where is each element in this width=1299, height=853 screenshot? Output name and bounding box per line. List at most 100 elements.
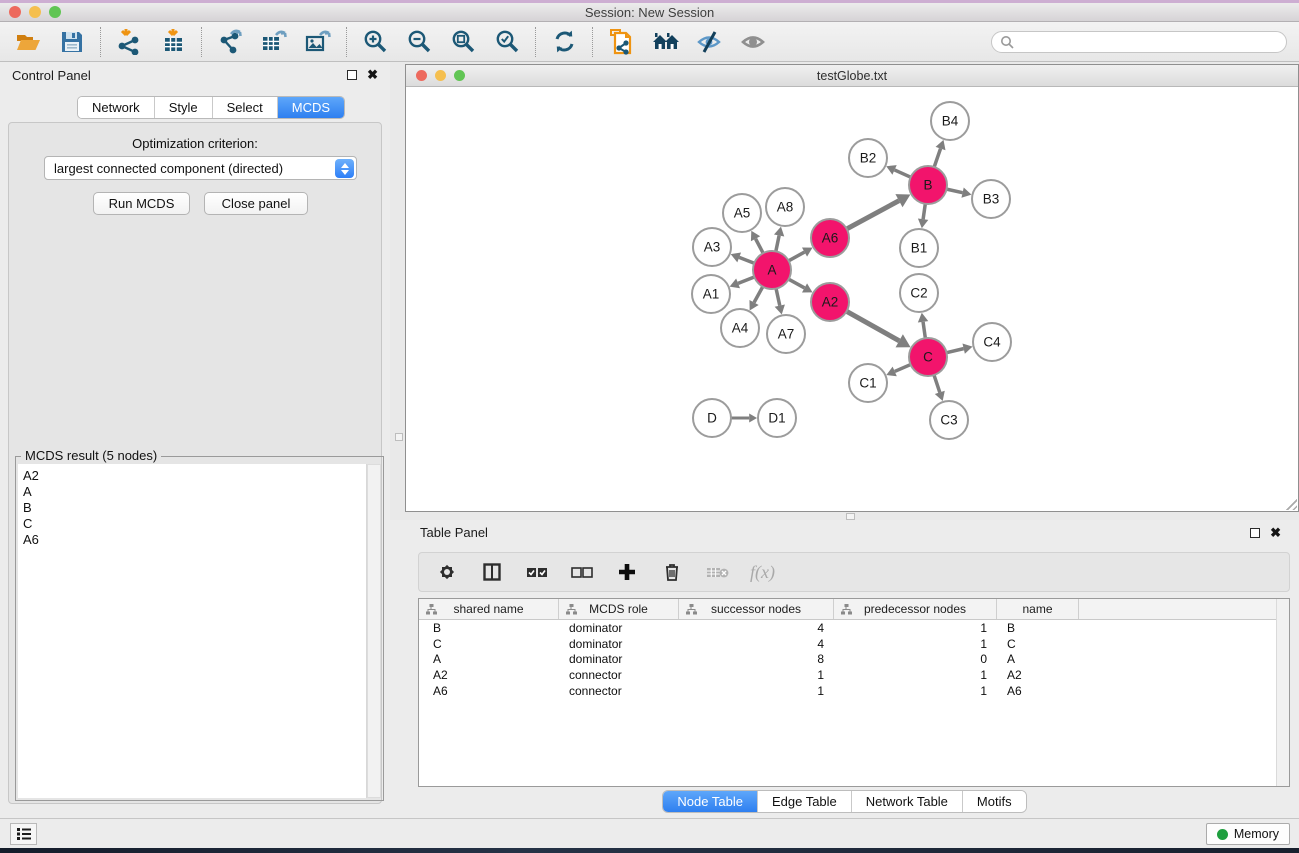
graph-node-label: A6 (822, 231, 839, 246)
table-row[interactable]: A2connector11A2 (419, 667, 1289, 683)
float-table-panel-icon[interactable] (1250, 528, 1260, 538)
desktop-wallpaper-bottom (0, 848, 1299, 853)
table-tabs-bar: Node TableEdge TableNetwork TableMotifs (390, 790, 1299, 813)
edge-A6-B[interactable] (847, 201, 899, 229)
select-all-checks-icon[interactable] (525, 560, 549, 584)
edge-C-C1[interactable] (895, 365, 911, 372)
edge-A-A3[interactable] (739, 257, 754, 263)
tab-motifs[interactable]: Motifs (963, 791, 1026, 812)
edge-C-C2[interactable] (923, 322, 925, 338)
column-header-shared-name[interactable]: shared name (419, 599, 559, 619)
mcds-result-item[interactable]: A2 (23, 468, 366, 484)
table-body: Bdominator41BCdominator41CAdominator80AA… (419, 620, 1289, 699)
table-cell: A (997, 652, 1079, 666)
network-window-titlebar[interactable]: testGlobe.txt (406, 65, 1298, 87)
tab-network[interactable]: Network (78, 97, 155, 118)
open-session-icon[interactable] (14, 28, 42, 56)
edge-A-A1[interactable] (738, 277, 754, 283)
column-header-MCDS-role[interactable]: MCDS role (559, 599, 679, 619)
clear-all-checks-icon[interactable] (570, 560, 594, 584)
save-session-icon[interactable] (58, 28, 86, 56)
maximize-window-button[interactable] (49, 6, 61, 18)
table-scrollbar[interactable] (1276, 599, 1289, 786)
table-row[interactable]: Cdominator41C (419, 636, 1289, 652)
memory-button[interactable]: Memory (1206, 823, 1290, 845)
home-icon[interactable] (651, 28, 679, 56)
zoom-selected-icon[interactable] (493, 28, 521, 56)
delete-table-icon[interactable] (705, 560, 729, 584)
graph-node-label: B (923, 178, 932, 193)
edge-A-A5[interactable] (756, 239, 764, 253)
close-network-button[interactable] (416, 70, 427, 81)
tab-mcds[interactable]: MCDS (278, 97, 344, 118)
edge-A-A7[interactable] (776, 289, 780, 306)
mcds-result-item[interactable]: B (23, 500, 366, 516)
edge-B-B2[interactable] (895, 170, 911, 177)
table-cell: 1 (679, 684, 834, 698)
export-image-icon[interactable] (304, 28, 332, 56)
column-header-predecessor-nodes[interactable]: predecessor nodes (834, 599, 997, 619)
horizontal-split-handle[interactable] (846, 513, 855, 520)
import-table-icon[interactable] (159, 28, 187, 56)
export-table-icon[interactable] (260, 28, 288, 56)
column-header-successor-nodes[interactable]: successor nodes (679, 599, 834, 619)
float-panel-icon[interactable] (347, 70, 357, 80)
column-header-name[interactable]: name (997, 599, 1079, 619)
table-settings-icon[interactable] (435, 560, 459, 584)
delete-row-icon[interactable] (660, 560, 684, 584)
close-table-panel-icon[interactable]: ✖ (1270, 528, 1281, 538)
mcds-result-list[interactable]: A2ABCA6 (18, 464, 367, 798)
tab-edge-table[interactable]: Edge Table (758, 791, 852, 812)
node-table[interactable]: shared nameMCDS rolesuccessor nodesprede… (418, 598, 1290, 787)
minimize-network-button[interactable] (435, 70, 446, 81)
vertical-split-handle[interactable] (395, 433, 403, 441)
edge-C-C4[interactable] (946, 349, 963, 353)
function-builder-icon[interactable]: f(x) (750, 562, 775, 583)
tab-network-table[interactable]: Network Table (852, 791, 963, 812)
add-row-icon[interactable] (615, 560, 639, 584)
table-row[interactable]: Bdominator41B (419, 620, 1289, 636)
hide-graphics-details-icon[interactable] (695, 28, 723, 56)
search-field[interactable] (991, 31, 1287, 53)
edge-A-A8[interactable] (776, 235, 779, 251)
show-graphics-details-icon[interactable] (739, 28, 767, 56)
edge-A-A2[interactable] (789, 279, 805, 288)
network-canvas[interactable]: AA1A2A3A4A5A6A7A8BB1B2B3B4CC1C2C3C4DD1 (406, 87, 1298, 511)
edge-C-C3[interactable] (934, 375, 940, 392)
tab-style[interactable]: Style (155, 97, 213, 118)
zoom-out-icon[interactable] (405, 28, 433, 56)
mcds-result-item[interactable]: A6 (23, 532, 366, 548)
close-window-button[interactable] (9, 6, 21, 18)
task-history-button[interactable] (10, 823, 37, 845)
table-row[interactable]: Adominator80A (419, 652, 1289, 668)
minimize-window-button[interactable] (29, 6, 41, 18)
show-columns-icon[interactable] (480, 560, 504, 584)
graph-node-label: A4 (732, 321, 749, 336)
edge-B-B4[interactable] (934, 149, 940, 168)
zoom-in-icon[interactable] (361, 28, 389, 56)
mcds-result-item[interactable]: C (23, 516, 366, 532)
zoom-fit-icon[interactable] (449, 28, 477, 56)
search-input[interactable] (1014, 33, 1286, 51)
edge-A-A6[interactable] (789, 252, 805, 261)
close-panel-button[interactable]: Close panel (204, 192, 308, 215)
select-stepper-icon (335, 159, 354, 178)
edge-B-B1[interactable] (923, 204, 925, 219)
clone-network-icon[interactable] (607, 28, 635, 56)
tab-select[interactable]: Select (213, 97, 278, 118)
mcds-result-item[interactable]: A (23, 484, 366, 500)
import-network-icon[interactable] (115, 28, 143, 56)
close-panel-icon[interactable]: ✖ (367, 70, 378, 80)
edge-A2-C[interactable] (847, 311, 900, 341)
mcds-list-scrollbar[interactable] (367, 464, 381, 798)
run-mcds-button[interactable]: Run MCDS (93, 192, 190, 215)
edge-B-B3[interactable] (947, 189, 963, 193)
optimization-criterion-select[interactable]: largest connected component (directed) (44, 156, 357, 180)
table-row[interactable]: A6connector11A6 (419, 683, 1289, 699)
edge-A-A4[interactable] (754, 287, 763, 303)
maximize-network-button[interactable] (454, 70, 465, 81)
refresh-layout-icon[interactable] (550, 28, 578, 56)
export-network-icon[interactable] (216, 28, 244, 56)
table-cell: 1 (834, 637, 997, 651)
tab-node-table[interactable]: Node Table (663, 791, 758, 812)
